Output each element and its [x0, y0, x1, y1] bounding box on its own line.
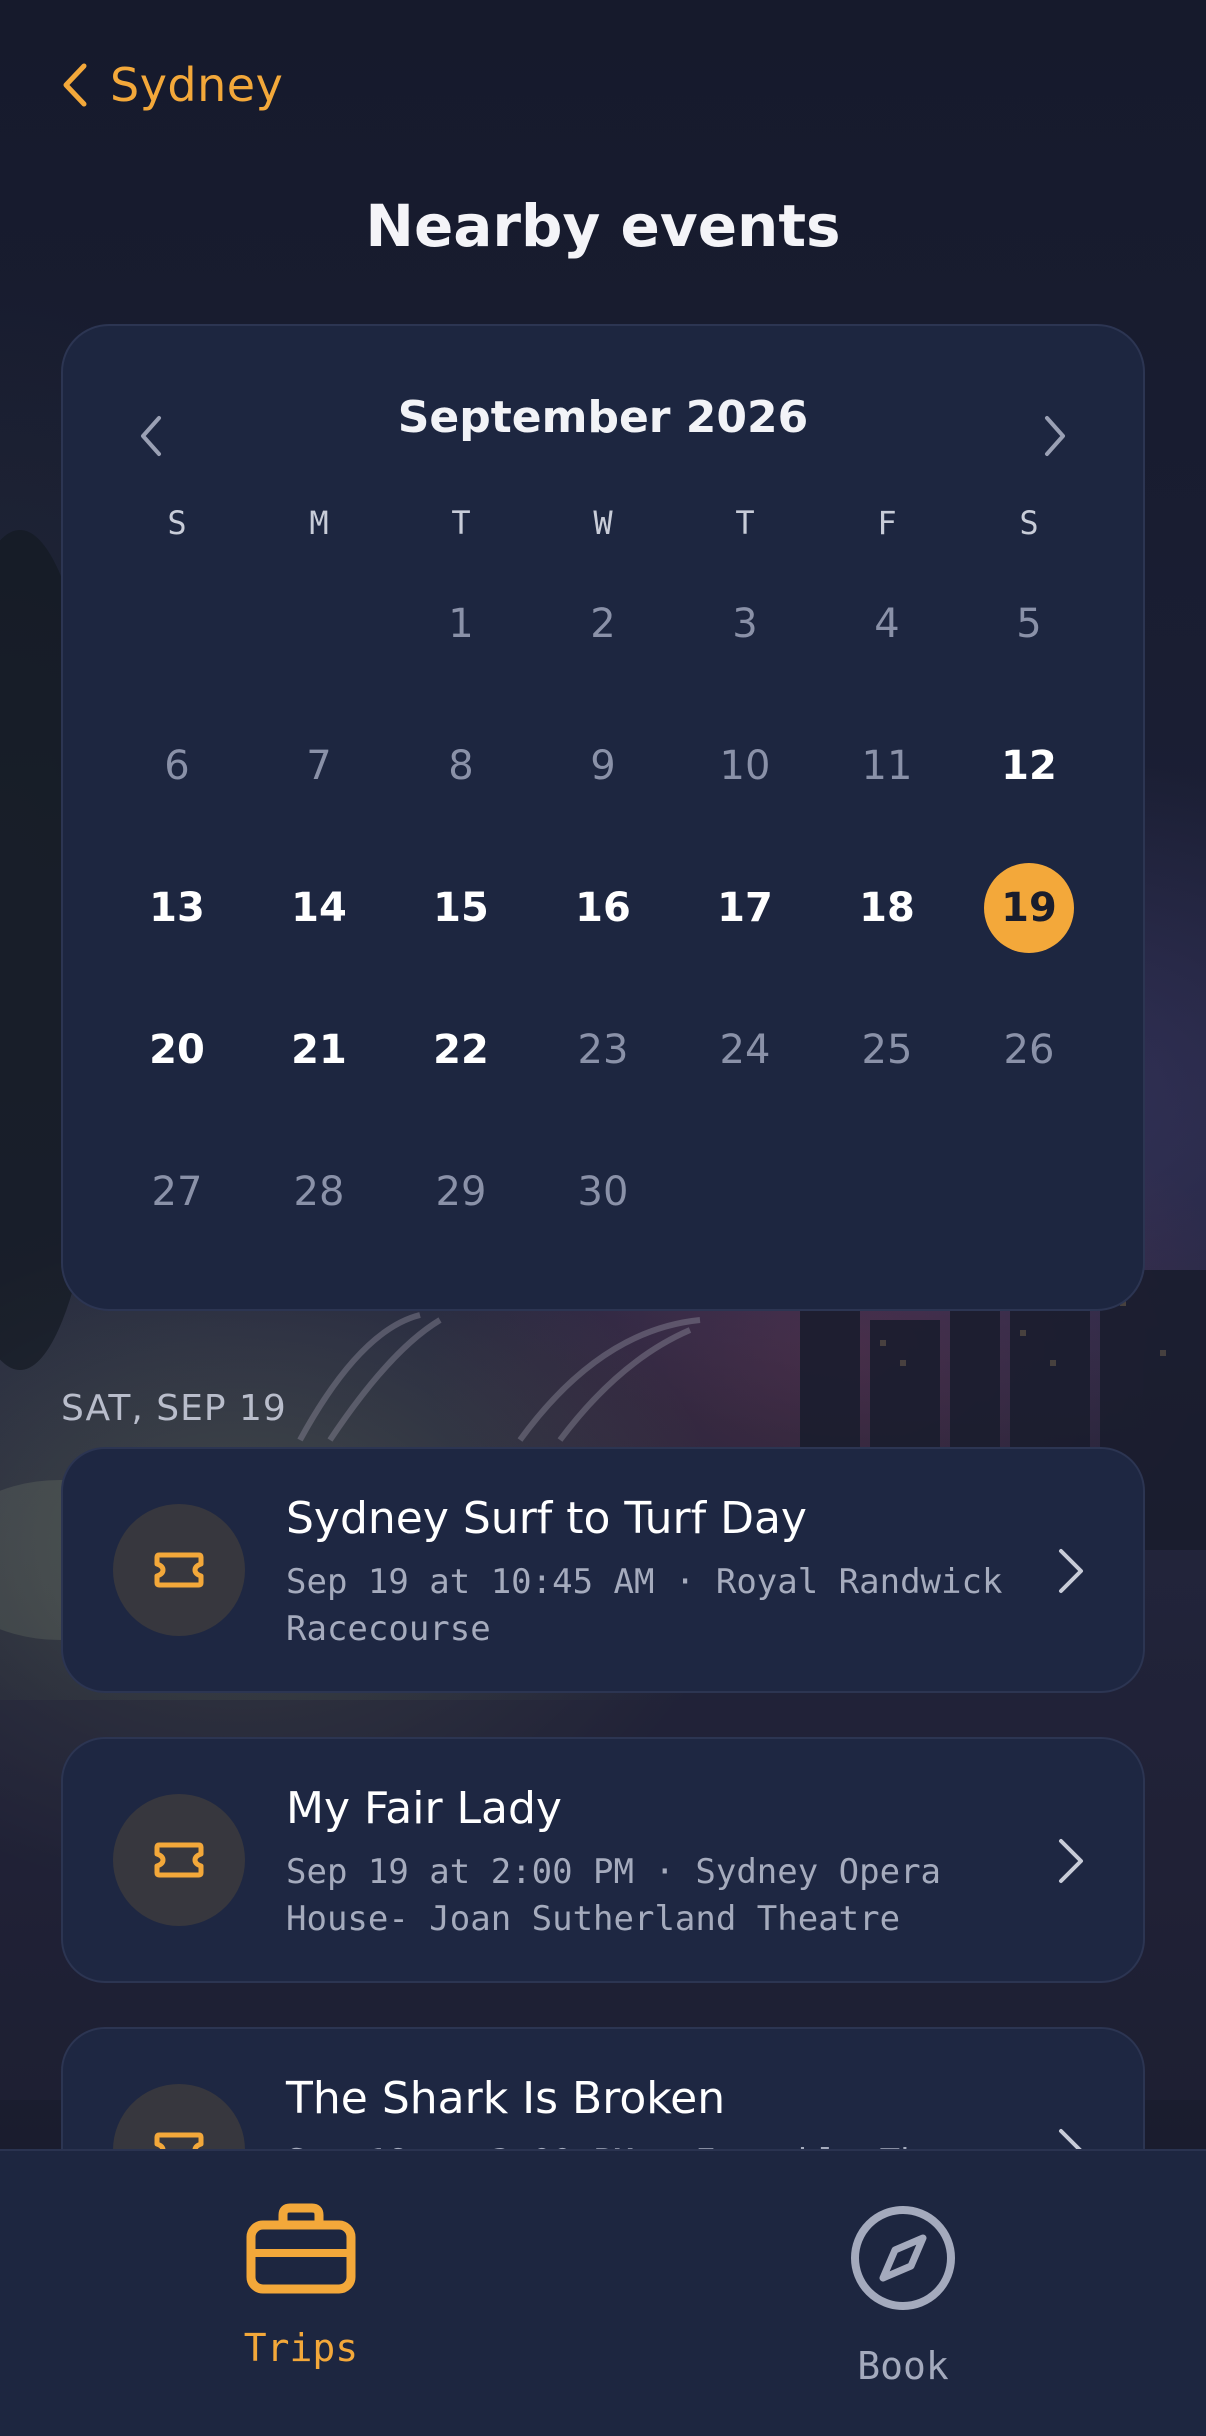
calendar-day[interactable]: 24 [700, 1005, 790, 1095]
calendar: September 2026 SMTWTFS 1 2 3 4 5 6 7 8 9 10 11 12 13… [61, 324, 1145, 1311]
weekday-label: W [593, 504, 613, 542]
calendar-day[interactable]: 18 [842, 863, 932, 953]
tab-book[interactable]: Book [793, 2203, 1013, 2388]
event-details: Sep 19 at 2:00 PM · Sydney Opera House- … [286, 1852, 942, 1939]
event-title: My Fair Lady [286, 1783, 562, 1834]
calendar-day[interactable]: 23 [558, 1005, 648, 1095]
ticket-icon [154, 1842, 204, 1878]
tab-bar: Trips Book [0, 2149, 1206, 2436]
tab-trips[interactable]: Trips [191, 2203, 411, 2370]
calendar-day[interactable]: 4 [842, 579, 932, 669]
calendar-day[interactable]: 13 [132, 863, 222, 953]
calendar-day[interactable]: 8 [416, 721, 506, 811]
chevron-right-icon [1059, 1549, 1083, 1593]
calendar-day[interactable]: 10 [700, 721, 790, 811]
event-title: Sydney Surf to Turf Day [286, 1493, 807, 1544]
calendar-day-selected[interactable]: 19 [984, 863, 1074, 953]
calendar-day[interactable]: 14 [274, 863, 364, 953]
tab-book-label: Book [857, 2344, 949, 2388]
chevron-left-icon [63, 63, 87, 107]
compass-icon [851, 2206, 955, 2310]
calendar-day[interactable]: 20 [132, 1005, 222, 1095]
briefcase-icon [246, 2203, 356, 2294]
month-label: September 2026 [397, 392, 809, 443]
weekday-label: F [877, 504, 897, 542]
weekday-label: T [451, 504, 471, 542]
weekday-label: T [735, 504, 755, 542]
event-title: The Shark Is Broken [286, 2073, 726, 2124]
calendar-day[interactable]: 17 [700, 863, 790, 953]
tab-trips-label: Trips [243, 2326, 359, 2370]
calendar-day[interactable]: 22 [416, 1005, 506, 1095]
calendar-day[interactable]: 27 [132, 1147, 222, 1237]
weekday-label: S [167, 504, 187, 542]
calendar-day[interactable]: 25 [842, 1005, 932, 1095]
back-label: Sydney [110, 58, 284, 112]
chevron-right-icon [1059, 1839, 1083, 1883]
event-details: Sep 19 at 10:45 AM · Royal Randwick Race… [286, 1562, 1003, 1649]
calendar-day[interactable]: 15 [416, 863, 506, 953]
calendar-day[interactable]: 11 [842, 721, 932, 811]
events-date-header: SAT, SEP 19 [61, 1388, 287, 1429]
event-icon-container [113, 1504, 245, 1636]
calendar-day[interactable]: 26 [984, 1005, 1074, 1095]
next-month-button[interactable] [1025, 406, 1085, 466]
calendar-day[interactable]: 3 [700, 579, 790, 669]
calendar-day[interactable]: 30 [558, 1147, 648, 1237]
calendar-day[interactable]: 6 [132, 721, 222, 811]
calendar-day[interactable]: 16 [558, 863, 648, 953]
calendar-day[interactable]: 1 [416, 579, 506, 669]
calendar-day[interactable]: 5 [984, 579, 1074, 669]
calendar-day[interactable]: 21 [274, 1005, 364, 1095]
calendar-day[interactable]: 9 [558, 721, 648, 811]
calendar-day[interactable]: 12 [984, 721, 1074, 811]
calendar-day[interactable]: 2 [558, 579, 648, 669]
chevron-right-icon [1045, 416, 1065, 456]
back-button[interactable]: Sydney [62, 52, 283, 118]
calendar-day[interactable]: 28 [274, 1147, 364, 1237]
ticket-icon [154, 1552, 204, 1588]
weekday-label: M [309, 504, 329, 542]
event-icon-container [113, 1794, 245, 1926]
event-card[interactable]: Sydney Surf to Turf Day Sep 19 at 10:45 A… [61, 1447, 1145, 1693]
event-card[interactable]: My Fair Lady Sep 19 at 2:00 PM · Sydney O… [61, 1737, 1145, 1983]
page-title: Nearby events [365, 192, 841, 260]
calendar-day[interactable]: 7 [274, 721, 364, 811]
calendar-day[interactable]: 29 [416, 1147, 506, 1237]
weekday-label: S [1019, 504, 1039, 542]
